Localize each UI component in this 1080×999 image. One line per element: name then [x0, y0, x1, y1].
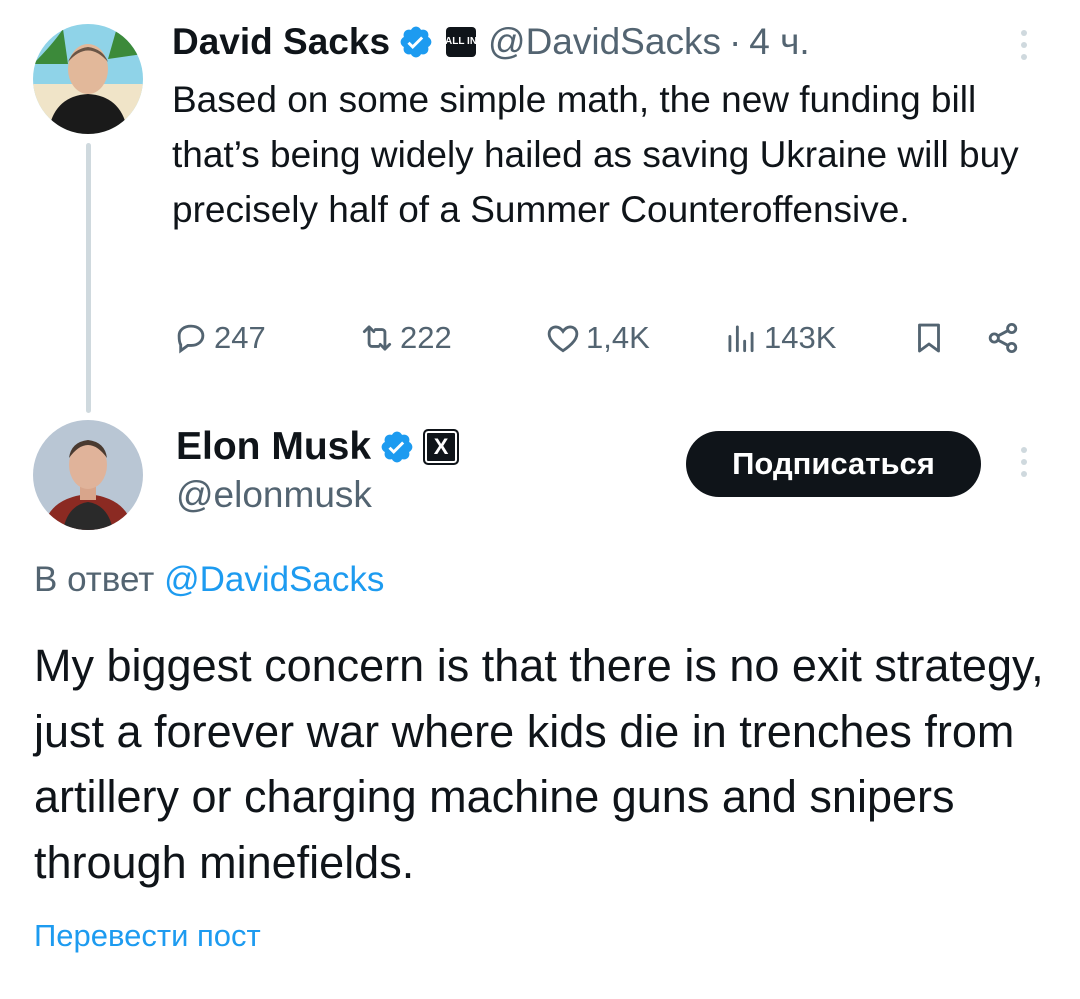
share-icon	[988, 322, 1018, 354]
share-button[interactable]	[984, 313, 1026, 363]
reply-author-handle[interactable]: @elonmusk	[176, 474, 372, 516]
reply-count: 247	[214, 320, 266, 355]
avatar-david-sacks[interactable]	[33, 24, 143, 134]
repost-icon	[362, 325, 392, 351]
views-icon	[728, 325, 754, 353]
replying-to-line: В ответ @DavidSacks	[34, 560, 384, 600]
parent-tweet-text: Based on some simple math, the new fundi…	[172, 79, 1019, 230]
replying-to-prefix: В ответ	[34, 560, 155, 599]
follow-button[interactable]: Подписаться	[686, 431, 981, 497]
more-vertical-icon[interactable]	[1020, 447, 1028, 477]
heart-icon	[547, 325, 579, 353]
views-button[interactable]: 143K	[722, 313, 836, 363]
bookmark-icon	[918, 323, 940, 353]
bookmark-button[interactable]	[910, 313, 952, 363]
affiliate-badge-all-in[interactable]: ALL IN	[445, 27, 477, 57]
more-vertical-icon[interactable]	[1020, 30, 1028, 60]
reply-icon	[177, 324, 205, 354]
like-count: 1,4K	[586, 320, 650, 355]
translate-post-link[interactable]: Перевести пост	[34, 918, 261, 954]
parent-tweet-header: David Sacks ALL IN @DavidSacks · 4 ч.	[172, 18, 810, 66]
reply-button[interactable]: 247	[172, 313, 266, 363]
header-separator: ·	[728, 21, 742, 62]
author-handle[interactable]: @DavidSacks	[488, 21, 721, 63]
replying-to-mention[interactable]: @DavidSacks	[164, 560, 384, 599]
reply-author-name[interactable]: Elon Musk	[176, 425, 371, 469]
timestamp[interactable]: 4 ч.	[749, 21, 809, 63]
avatar-elon-musk[interactable]	[33, 420, 143, 530]
like-button[interactable]: 1,4K	[544, 313, 650, 363]
repost-count: 222	[400, 320, 452, 355]
repost-button[interactable]: 222	[358, 313, 452, 363]
verified-badge-icon[interactable]	[379, 429, 415, 465]
thread-connector-line	[86, 143, 91, 413]
verified-badge-icon[interactable]	[398, 24, 434, 60]
affiliate-badge-x[interactable]: X	[423, 429, 460, 465]
tweet-actions-bar: 247 222 1,4K 143K	[172, 313, 1032, 363]
reply-tweet-text: My biggest concern is that there is no e…	[34, 640, 1044, 888]
views-count: 143K	[764, 320, 837, 355]
reply-author-header: Elon Musk X	[176, 422, 460, 472]
author-name[interactable]: David Sacks	[172, 21, 390, 63]
